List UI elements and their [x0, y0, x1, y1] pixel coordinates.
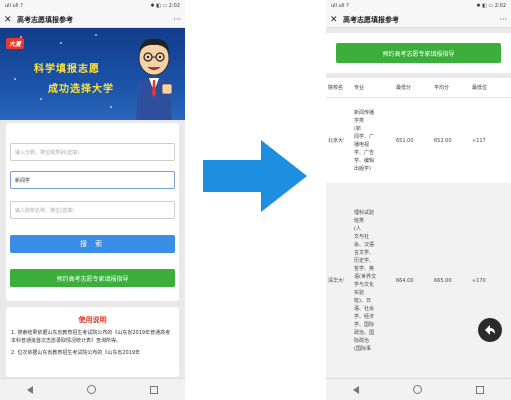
cell-min-rank: ≈170	[472, 277, 486, 284]
header-major: 专业	[354, 85, 365, 91]
major-line: 哲学、英	[354, 265, 375, 272]
score-input[interactable]: 输入分数、排位或类别(选填)	[10, 143, 175, 161]
comparison-stage: ull ull ? ✱ ◧ ▭ 2:02 ✕ 高考志愿填报参考 ··· 大夏 科…	[0, 0, 511, 400]
major-line: 班类	[354, 217, 365, 224]
signal-indicator: ull ull ?	[5, 3, 23, 9]
more-icon[interactable]: ···	[499, 15, 507, 24]
nav-home-icon[interactable]	[413, 385, 422, 394]
table-row: 清华大学 理科试验班类(人文与社会、汉语言文学、历史学、哲学、英语(世界文学与文…	[326, 184, 511, 378]
usage-line-1: 1. 搜索结果依据山东省教育招生考试院公布的《山东省2019年普通高考本科普通批…	[11, 330, 171, 344]
title-bar: ✕ 高考志愿填报参考 ···	[326, 12, 511, 28]
cell-major: 理科试验 班类 (人 文与社 会、汉语 言文学、 历史学、 哲学、英 语(世界文 学与文化 实验 班)…	[344, 184, 392, 377]
usage-line-2: 2. 位次依据山东省教育招生考试院公布的《山东省2019年	[11, 350, 141, 356]
status-bar: ull ull ? ✱ ◧ ▭ 2:02	[0, 0, 185, 12]
android-nav-bar	[0, 378, 185, 400]
transition-arrow-icon	[203, 140, 307, 212]
cell-min-score: 664.00	[396, 277, 414, 284]
nav-recent-icon[interactable]	[476, 385, 484, 394]
major-line: 学、广告	[354, 149, 375, 156]
major-line: 际政治	[354, 337, 370, 344]
mascot-illustration	[136, 38, 173, 120]
left-phone-screen: ull ull ? ✱ ◧ ▭ 2:02 ✕ 高考志愿填报参考 ··· 大夏 科…	[0, 0, 185, 400]
signal-indicator: ull ull ?	[331, 3, 349, 9]
brand-logo: 大夏	[6, 38, 25, 49]
cell-major: 新闻传播 学类 (新 闻学、广 播电视 学、广告 学、编辑 出版学)	[344, 98, 392, 183]
nav-recent-icon[interactable]	[150, 385, 158, 394]
status-icons: ✱ ◧ ▭	[150, 3, 168, 9]
header-min-score: 最低分	[396, 85, 412, 91]
status-time: 2:02	[168, 3, 180, 9]
search-button[interactable]: 搜 索	[10, 235, 175, 253]
cell-avg-score: 652.00	[434, 137, 452, 144]
more-icon[interactable]: ···	[173, 15, 181, 24]
status-right: ✱ ◧ ▭ 2:02	[150, 3, 180, 9]
title-bar: ✕ 高考志愿填报参考 ···	[0, 12, 185, 28]
major-line: 会、汉语	[354, 241, 375, 248]
major-line: 文与社	[354, 233, 370, 240]
major-line: 闻学、广	[354, 133, 375, 140]
banner: 大夏 科学填报志愿 成功选择大学	[0, 28, 185, 120]
major-line: (新	[354, 125, 361, 132]
header-school: 院校名	[328, 85, 344, 91]
major-line: 语、社会	[354, 305, 375, 312]
android-nav-bar	[326, 378, 511, 400]
major-line: 学、经济	[354, 313, 375, 320]
slogan-line-2: 成功选择大学	[48, 84, 114, 95]
major-line: 语(世界文	[354, 273, 376, 280]
status-right: ✱ ◧ ▭ 2:02	[476, 3, 506, 9]
close-icon[interactable]: ✕	[330, 15, 340, 25]
consult-button[interactable]: 预约高考志愿专家填报指导	[336, 43, 501, 63]
major-line: 学、国际	[354, 321, 375, 328]
usage-instructions-card: 使用说明 1. 搜索结果依据山东省教育招生考试院公布的《山东省2019年普通高考…	[6, 307, 179, 377]
search-form-card: 输入分数、排位或类别(选填) 新闻学 输入院校名称、排位(选填) 搜 索 预约高…	[6, 123, 179, 301]
status-icons: ✱ ◧ ▭	[476, 3, 494, 9]
major-line: 历史学、	[354, 257, 375, 264]
major-line: (国际事	[354, 345, 371, 352]
major-line: 实验	[354, 289, 365, 296]
cell-school: 清华大学	[328, 278, 344, 284]
cell-min-score: 651.00	[396, 137, 414, 144]
status-bar: ull ull ? ✱ ◧ ▭ 2:02	[326, 0, 511, 12]
major-line: 新闻传播	[354, 109, 375, 116]
major-line: (人	[354, 225, 361, 232]
major-line: 学与文化	[354, 281, 375, 288]
major-line: 出版学)	[354, 165, 371, 172]
major-line: 言文学、	[354, 249, 375, 256]
page-title: 高考志愿填报参考	[17, 15, 73, 24]
major-line: 班)、日	[354, 297, 371, 304]
return-arrow-icon	[485, 325, 495, 335]
page-title: 高考志愿填报参考	[343, 15, 399, 24]
cell-school: 北京大学	[328, 138, 344, 144]
cell-min-rank: ≈117	[472, 137, 486, 144]
table-row: 北京大学 新闻传播学类(新闻学、广播电视学、广告学、编辑出版学) 651.00 …	[326, 98, 511, 184]
major-line: 政治、国	[354, 329, 375, 336]
nav-back-icon[interactable]	[27, 385, 33, 394]
usage-title: 使用说明	[78, 316, 107, 324]
consult-bar: 预约高考志愿专家填报指导	[326, 33, 511, 73]
floating-back-button[interactable]	[478, 318, 502, 342]
school-input[interactable]: 输入院校名称、排位(选填)	[10, 201, 175, 219]
status-time: 2:02	[494, 3, 506, 9]
nav-back-icon[interactable]	[353, 385, 359, 394]
table-header: 院校名 专业 最低分 平均分 最低位	[326, 78, 511, 98]
major-line: 播电视	[354, 141, 370, 148]
cell-avg-score: 665.00	[434, 277, 452, 284]
header-avg-score: 平均分	[434, 85, 450, 91]
header-min-rank: 最低位	[472, 85, 488, 91]
major-input[interactable]: 新闻学	[10, 171, 175, 189]
major-line: 学、编辑	[354, 157, 375, 164]
major-line: 理科试验	[354, 209, 375, 216]
nav-home-icon[interactable]	[87, 385, 96, 394]
major-line: 学类	[354, 117, 365, 124]
close-icon[interactable]: ✕	[4, 15, 14, 25]
slogan-line-1: 科学填报志愿	[34, 64, 100, 75]
consult-button[interactable]: 预约高考志愿专家填报指导	[10, 269, 175, 287]
